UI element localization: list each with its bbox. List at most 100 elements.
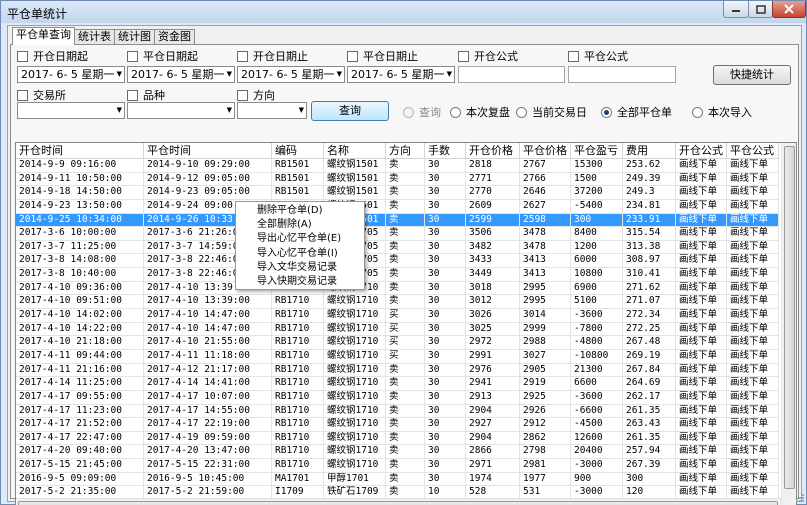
table-row[interactable]: 2014-9-11 10:50:00 2014-9-12 09:05:00 RB15… (16, 172, 779, 187)
table-row[interactable]: 2017-4-17 21:52:00 2017-4-17 22:19:00 RB17… (16, 418, 779, 432)
cell-close-formula: 画线下单 (727, 281, 779, 296)
close-formula-input[interactable] (568, 66, 676, 83)
direction-select[interactable]: ▼ (237, 102, 307, 119)
cell-close-formula: 画线下单 (727, 199, 779, 214)
menu-export-xinyi[interactable]: 导出心忆平仓单(E) (236, 232, 364, 246)
column-header-open-formula[interactable]: 开仓公式 (676, 143, 727, 159)
table-row[interactable]: 2017-4-10 21:18:00 2017-4-10 21:55:00 RB17… (16, 336, 779, 350)
radio-current-day[interactable]: 当前交易日 (516, 104, 587, 120)
query-button[interactable]: 查询 (311, 101, 389, 121)
closed-trades-grid[interactable]: 开仓时间 平仓时间 编码 名称 方向 手数 开仓价格 平仓价格 平仓盈亏 费用 开仓公式 平仓公式 2… (15, 142, 797, 505)
table-row[interactable]: 2014-9-23 13:50:002014-9-24 09:00:00RB15… (16, 199, 779, 214)
table-row[interactable]: 2014-9-25 10:34:002014-9-26 10:33:00RB15… (16, 213, 779, 228)
cell-close-price: 3413 (520, 268, 571, 282)
column-header-close-formula[interactable]: 平仓公式 (727, 143, 779, 159)
table-row[interactable]: 2014-9-18 14:50:00 2014-9-23 09:05:00 RB15… (16, 186, 779, 200)
table-row[interactable]: 2017-4-17 11:23:00 2017-4-17 14:55:00 RB17… (16, 404, 779, 419)
menu-delete-closed[interactable]: 删除平仓单(D) (236, 204, 364, 218)
tab-stats-table[interactable]: 统计表 (74, 29, 115, 45)
close-date-from-checkbox[interactable]: 平仓日期起 (127, 48, 198, 64)
close-date-to-picker[interactable]: 2017- 6- 5 星期一 ▼ (347, 66, 455, 83)
exchange-select[interactable]: ▼ (17, 102, 125, 119)
column-header-open-time[interactable]: 开仓时间 (16, 143, 144, 159)
cell-open-price: 2609 (466, 199, 520, 214)
cell-lots: 30 (425, 281, 466, 296)
cell-open-formula: 画线下单 (676, 404, 727, 419)
table-row[interactable]: 2017-4-17 09:55:00 2017-4-17 10:07:00 RB17… (16, 390, 779, 405)
radio-this-import[interactable]: 本次导入 (692, 104, 752, 120)
cell-close-time: 2014-9-12 09:05:00 (144, 172, 272, 187)
open-formula-checkbox[interactable]: 开仓公式 (458, 48, 518, 64)
open-date-from-checkbox[interactable]: 开仓日期起 (17, 48, 88, 64)
table-row[interactable]: 2017-3-8 10:40:002017-3-8 22:46:00RB1705… (16, 268, 779, 282)
table-row[interactable]: 2017-4-10 14:02:00 2017-4-10 14:47:00 RB17… (16, 309, 779, 323)
table-row[interactable]: 2017-4-17 22:47:00 2017-4-19 09:59:00 RB17… (16, 431, 779, 446)
tab-stats-chart[interactable]: 统计图 (114, 29, 155, 45)
open-date-to-checkbox[interactable]: 开仓日期止 (237, 48, 308, 64)
variety-checkbox[interactable]: 品种 (127, 87, 165, 103)
column-header-lots[interactable]: 手数 (425, 143, 466, 159)
column-header-open-price[interactable]: 开仓价格 (466, 143, 520, 159)
open-date-to-picker[interactable]: 2017- 6- 5 星期一 ▼ (237, 66, 345, 83)
column-header-fee[interactable]: 费用 (623, 143, 676, 159)
cell-fee: 261.35 (623, 431, 676, 446)
radio-this-review[interactable]: 本次复盘 (450, 104, 510, 120)
table-row[interactable]: 2017-4-10 14:22:00 2017-4-10 14:47:00 RB17… (16, 322, 779, 337)
column-header-close-price[interactable]: 平仓价格 (520, 143, 571, 159)
title-bar[interactable]: 平仓单统计 (1, 1, 806, 23)
cell-close-price: 2988 (520, 336, 571, 350)
radio-query[interactable]: 查询 (403, 104, 441, 120)
vertical-scrollbar[interactable] (781, 143, 796, 505)
table-row[interactable]: 2017-4-11 21:16:00 2017-4-12 21:17:00 RB17… (16, 363, 779, 378)
direction-checkbox[interactable]: 方向 (237, 87, 275, 103)
table-row[interactable]: 2017-3-7 11:25:002017-3-7 14:59:00RB1705… (16, 240, 779, 255)
cell-pnl: -3600 (571, 309, 623, 323)
close-date-to-checkbox[interactable]: 平仓日期止 (347, 48, 418, 64)
horizontal-scrollbar[interactable] (16, 498, 781, 505)
cell-direction: 卖 (386, 390, 425, 405)
column-header-direction[interactable]: 方向 (386, 143, 425, 159)
column-header-code[interactable]: 编码 (272, 143, 324, 159)
cell-close-price: 2862 (520, 431, 571, 446)
dropdown-arrow-icon: ▼ (116, 70, 122, 78)
open-date-from-picker[interactable]: 2017- 6- 5 星期一 ▼ (17, 66, 125, 83)
cell-name: 螺纹钢1710 (324, 431, 386, 446)
menu-import-wenhua[interactable]: 导入文华交易记录 (236, 261, 364, 275)
table-row[interactable]: 2017-3-6 10:00:002017-3-6 21:26:00RB1705… (16, 227, 779, 241)
table-row[interactable]: 2017-4-10 09:51:00 2017-4-10 13:39:00 RB17… (16, 295, 779, 310)
cell-open-formula: 画线下单 (676, 268, 727, 282)
table-row[interactable]: 2014-9-9 09:16:00 2014-9-10 09:29:00 RB150… (16, 159, 779, 173)
cell-name: 螺纹钢1501 (324, 159, 386, 173)
menu-delete-all[interactable]: 全部删除(A) (236, 218, 364, 232)
menu-import-xinyi[interactable]: 导入心忆平仓单(I) (236, 247, 364, 261)
close-button[interactable] (772, 1, 806, 18)
table-row[interactable]: 2017-4-11 09:44:00 2017-4-11 11:18:00 RB17… (16, 349, 779, 364)
minimize-button[interactable] (723, 1, 749, 18)
column-header-pnl[interactable]: 平仓盈亏 (571, 143, 623, 159)
close-formula-checkbox[interactable]: 平仓公式 (568, 48, 628, 64)
resize-grip-icon[interactable] (795, 493, 805, 503)
cell-close-price: 3478 (520, 227, 571, 241)
maximize-button[interactable] (748, 1, 773, 18)
tab-close-query[interactable]: 平仓单查询 (12, 27, 75, 45)
table-row[interactable]: 2016-9-5 09:09:00 2016-9-5 10:45:00 MA1701… (16, 472, 779, 487)
exchange-checkbox[interactable]: 交易所 (17, 87, 66, 103)
cell-code: RB1710 (272, 295, 324, 310)
table-row[interactable]: 2017-4-10 09:36:002017-4-10 13:39:00RB17… (16, 281, 779, 296)
radio-all-closed[interactable]: 全部平仓单 (601, 104, 672, 120)
variety-select[interactable]: ▼ (127, 102, 235, 119)
table-row[interactable]: 2017-4-14 11:25:00 2017-4-14 14:41:00 RB17… (16, 377, 779, 391)
cell-close-formula: 画线下单 (727, 445, 779, 460)
tab-equity-chart[interactable]: 资金图 (154, 29, 195, 45)
table-row[interactable]: 2017-5-15 21:45:00 2017-5-15 22:31:00 RB17… (16, 459, 779, 473)
menu-import-kuaiqi[interactable]: 导入快期交易记录 (236, 275, 364, 289)
dropdown-arrow-icon: ▼ (226, 70, 232, 78)
open-formula-input[interactable] (458, 66, 565, 83)
column-header-close-time[interactable]: 平仓时间 (144, 143, 272, 159)
table-row[interactable]: 2017-3-8 14:08:002017-3-8 22:46:00RB1705… (16, 254, 779, 269)
table-row[interactable]: 2017-4-20 09:40:00 2017-4-20 13:47:00 RB17… (16, 445, 779, 460)
cell-code: RB1501 (272, 186, 324, 200)
quick-stats-button[interactable]: 快捷统计 (713, 65, 791, 85)
close-date-from-picker[interactable]: 2017- 6- 5 星期一 ▼ (127, 66, 235, 83)
column-header-name[interactable]: 名称 (324, 143, 386, 159)
